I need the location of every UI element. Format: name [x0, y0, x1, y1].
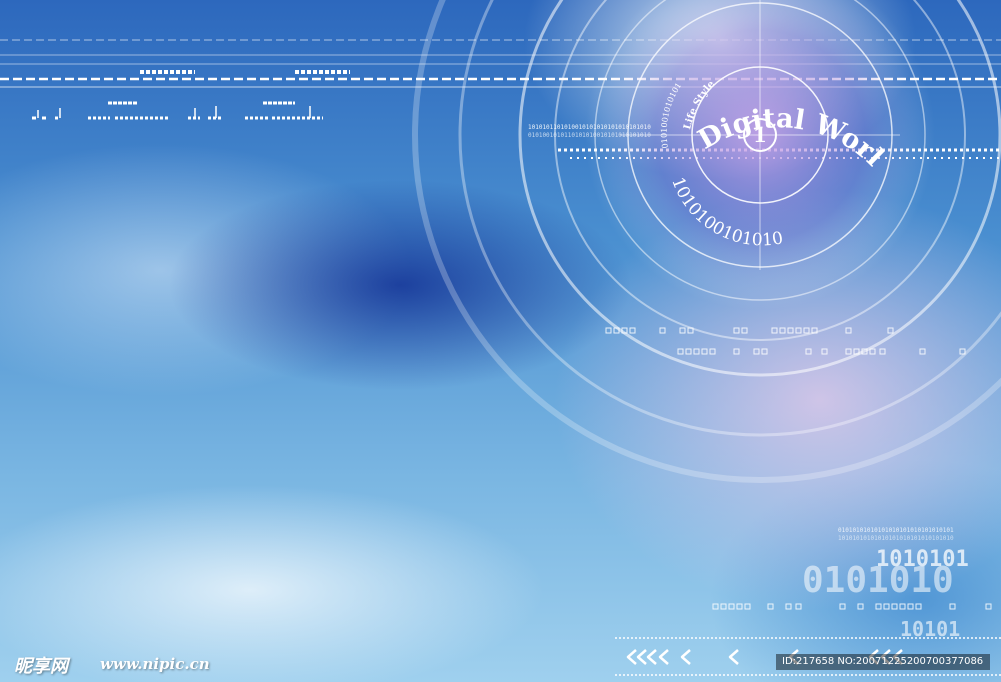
- site-url: www.nipic.cn: [100, 655, 210, 673]
- big-binary-row: 10101: [900, 617, 960, 641]
- target-rings: Digital World Life Style 1010100101010 0…: [0, 0, 1001, 641]
- tiny-binary-row: 01010101010101010101010101010101: [838, 527, 954, 534]
- site-logo: 昵享网: [14, 656, 68, 677]
- image-id-label: ID:217658 NO:20071225200700377086: [776, 654, 990, 670]
- big-binary-row: 0101010: [802, 560, 954, 601]
- tiny-binary-row: 1010101101010010101010101010101010: [528, 124, 651, 131]
- background-art: Digital World Life Style 1010100101010 0…: [0, 0, 1001, 682]
- center-numeral: 1: [753, 123, 767, 147]
- tiny-binary-row: 0101001010110101010010101010101010: [528, 132, 651, 139]
- tiny-binary-row: 10101010101010101010101010101010: [838, 535, 954, 542]
